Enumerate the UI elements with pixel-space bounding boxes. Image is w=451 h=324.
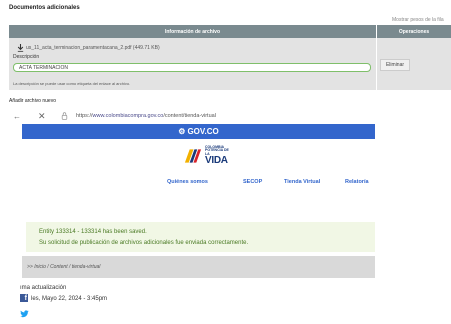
column-header-file-info: Información de archivo (9, 25, 376, 38)
back-arrow-icon[interactable]: ← (13, 112, 21, 121)
last-update-date: les, Mayo 22, 2024 - 3:45pm (31, 296, 108, 302)
url-path: /content/tienda-virtual (163, 113, 216, 119)
description-label: Descripción (13, 54, 40, 60)
url-host: www.colombiacompra.gov.co (92, 113, 164, 119)
close-icon[interactable]: ✕ (38, 111, 46, 122)
delete-button[interactable]: Eliminar (380, 59, 410, 71)
show-row-weights-link[interactable]: Mostrar pesos de la fila (392, 17, 444, 23)
colombia-flag-logo-icon (184, 149, 202, 163)
url-scheme: https:// (76, 113, 93, 119)
file-name: us_11_acta_terminacion_paramentacana_2.p… (26, 45, 160, 51)
last-update-title: ıma actualización (20, 285, 67, 291)
gov-co-mark-icon: ⚙ (178, 127, 186, 136)
gov-co-bar[interactable]: ⚙ GOV.CO (22, 124, 375, 139)
column-header-operations: Operaciones (377, 25, 451, 38)
menu-item-secop[interactable]: SECOP (243, 179, 262, 185)
menu-item-quienes-somos[interactable]: Quiénes somos (167, 179, 208, 185)
gov-co-label: GOV.CO (187, 127, 219, 136)
section-title: Documentos adicionales (9, 5, 80, 11)
logo-big-text: VIDA (205, 155, 228, 167)
twitter-icon[interactable] (20, 310, 29, 318)
download-icon (17, 44, 24, 52)
lock-icon (61, 112, 68, 120)
file-link[interactable]: us_11_acta_terminacion_paramentacana_2.p… (17, 44, 160, 52)
add-file-label: Añadir archivo nuevo (9, 98, 56, 104)
facebook-icon[interactable]: f (20, 294, 28, 302)
description-help-text: La descripción se puede usar como etique… (13, 81, 131, 86)
menu-item-relatoria[interactable]: Relatoría (345, 179, 369, 185)
status-message-saved: Entity 133314 - 133314 has been saved. (39, 229, 147, 235)
colombia-potencia-de-la-vida-logo[interactable]: COLOMBIA POTENCIA DE LA VIDA (183, 145, 233, 167)
menu-item-tienda-virtual[interactable]: Tienda Virtual (284, 179, 320, 185)
status-message-published: Su solicitud de publicación de archivos … (39, 240, 249, 246)
breadcrumb[interactable]: >> Inicio / Content / tienda-virtual (27, 264, 100, 270)
status-message (26, 222, 375, 252)
address-bar-url[interactable]: https://www.colombiacompra.gov.co/conten… (76, 113, 216, 119)
description-input[interactable] (13, 63, 371, 72)
